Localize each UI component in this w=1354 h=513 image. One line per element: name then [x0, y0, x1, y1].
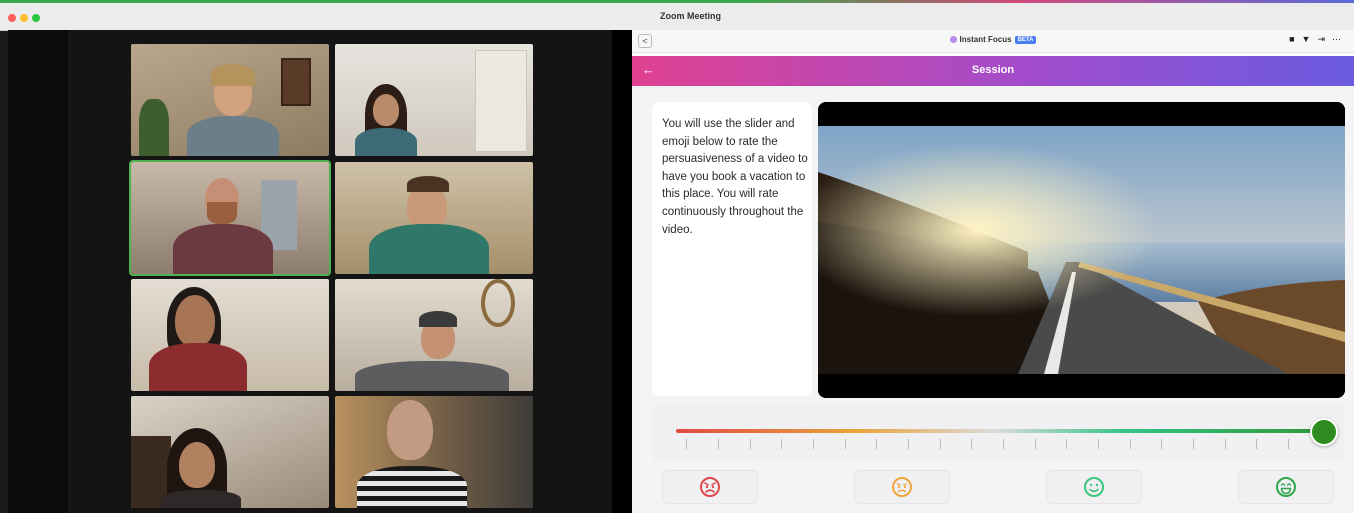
minimize-window-button[interactable]: [20, 14, 28, 22]
participant-video-tile[interactable]: [131, 396, 329, 508]
participant-video-tile[interactable]: [335, 162, 533, 274]
slider-tick: [908, 439, 909, 449]
toolbar-icons: ■▼⇥⋯: [1289, 34, 1348, 45]
brand-logo-icon: [949, 36, 957, 44]
rate-angry-button[interactable]: [662, 470, 758, 504]
slider-tick: [940, 439, 941, 449]
slider-tick: [1225, 439, 1226, 449]
slider-tick: [971, 439, 972, 449]
rate-sad-button[interactable]: [854, 470, 950, 504]
filter-icon[interactable]: ▼: [1302, 34, 1318, 44]
session-content: You will use the slider and emoji below …: [632, 86, 1354, 513]
app-toolbar: < Instant Focus BETA ■▼⇥⋯: [632, 30, 1354, 53]
app-brand: Instant Focus BETA: [632, 35, 1354, 44]
video-frame: [818, 102, 1345, 398]
slider-track[interactable]: [676, 429, 1316, 433]
slider-tick: [1098, 439, 1099, 449]
slider-tick: [750, 439, 751, 449]
zoom-gallery-view: [8, 30, 632, 513]
more-icon[interactable]: ⋯: [1332, 34, 1348, 44]
rate-smile-button[interactable]: [1046, 470, 1142, 504]
sad-face-icon: [892, 477, 912, 497]
slider-tick: [813, 439, 814, 449]
instructions-card: You will use the slider and emoji below …: [652, 102, 812, 396]
slider-tick: [686, 439, 687, 449]
slider-tick: [781, 439, 782, 449]
gallery-area: [68, 30, 612, 513]
video-icon[interactable]: ■: [1289, 34, 1301, 44]
window-title: Zoom Meeting: [660, 11, 721, 21]
rate-grin-button[interactable]: [1238, 470, 1334, 504]
slider-tick: [1193, 439, 1194, 449]
slider-tick: [1035, 439, 1036, 449]
slider-tick: [1003, 439, 1004, 449]
participant-video-tile[interactable]: [131, 44, 329, 156]
participant-video-tile[interactable]: [335, 396, 533, 508]
grin-face-icon: [1276, 477, 1296, 497]
slider-knob[interactable]: [1310, 418, 1338, 446]
participant-video-tile[interactable]: [131, 279, 329, 391]
window-titlebar: Zoom Meeting: [0, 3, 1354, 31]
participant-video-tile-active-speaker[interactable]: [129, 160, 331, 276]
video-player[interactable]: [818, 102, 1345, 398]
instructions-text: You will use the slider and emoji below …: [662, 118, 808, 236]
slider-tick: [1288, 439, 1289, 449]
slider-tick: [1130, 439, 1131, 449]
smile-face-icon: [1084, 477, 1104, 497]
slider-tick: [718, 439, 719, 449]
participant-video-tile[interactable]: [335, 279, 533, 391]
instant-focus-app: < Instant Focus BETA ■▼⇥⋯ ← Session You w…: [632, 30, 1354, 513]
slider-tick: [845, 439, 846, 449]
participant-video-tile[interactable]: [335, 44, 533, 156]
slider-tick: [1161, 439, 1162, 449]
slider-tick: [876, 439, 877, 449]
angry-face-icon: [700, 477, 720, 497]
gallery-left-margin: [8, 30, 68, 513]
beta-badge: BETA: [1014, 35, 1037, 44]
collapse-icon[interactable]: ⇥: [1317, 34, 1332, 44]
session-title: Session: [971, 64, 1015, 76]
close-window-button[interactable]: [8, 14, 16, 22]
session-header: ← Session: [632, 56, 1354, 86]
maximize-window-button[interactable]: [32, 14, 40, 22]
brand-name: Instant Focus: [959, 35, 1012, 44]
slider-tick: [1066, 439, 1067, 449]
slider-tick: [1256, 439, 1257, 449]
rating-slider[interactable]: [652, 404, 1345, 462]
